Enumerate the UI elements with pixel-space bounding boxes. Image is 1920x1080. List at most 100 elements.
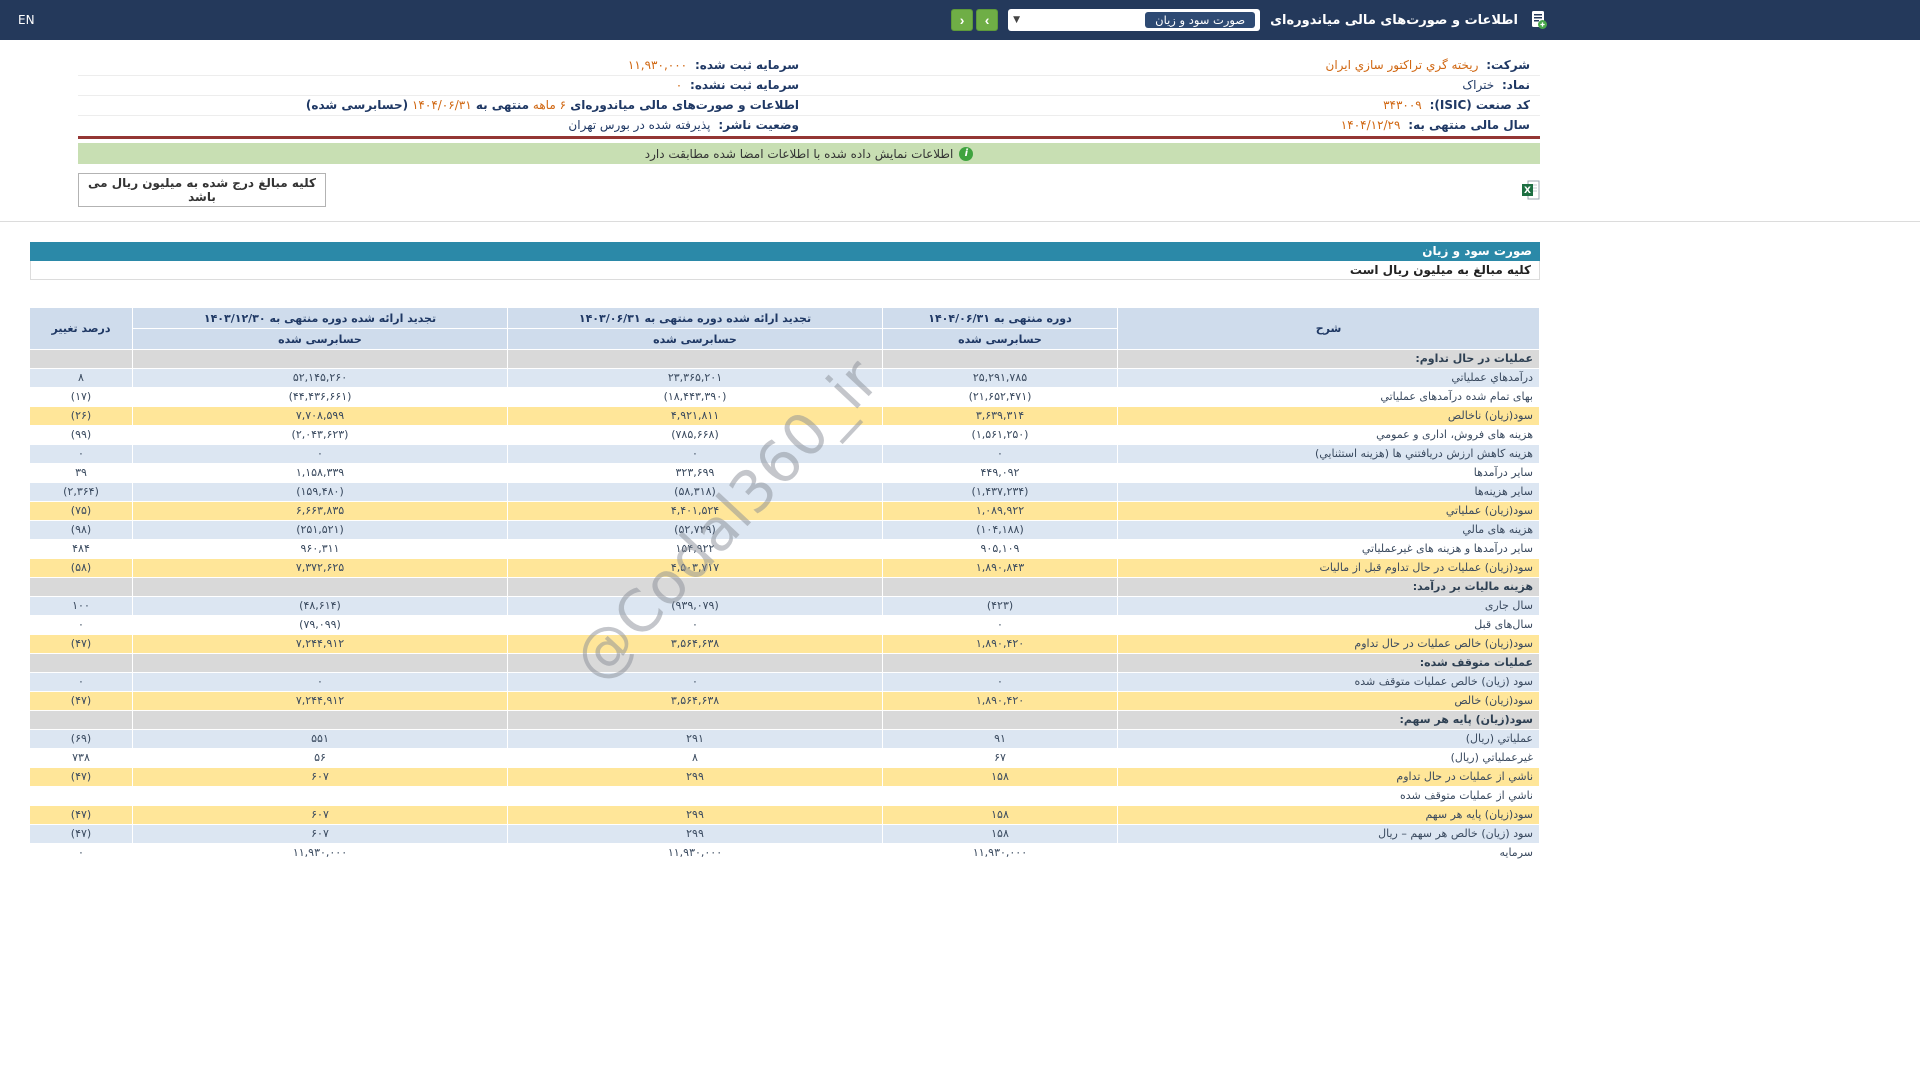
row-value: ۱۵۴,۹۲۲	[507, 539, 883, 559]
registered-capital-value: ۱۱,۹۳۰,۰۰۰	[627, 58, 688, 72]
row-value: ۶,۶۶۳,۸۳۵	[132, 501, 508, 521]
period-label-part: اطلاعات و صورت‌های مالی میاندوره‌ای	[566, 98, 799, 112]
row-label: ناشي از عملیات متوقف شده	[1117, 786, 1540, 806]
reporting-period-field: اطلاعات و صورت‌های مالی میاندوره‌ای ۶ ما…	[78, 96, 809, 116]
registered-capital-field: سرمایه ثبت شده: ۱۱,۹۳۰,۰۰۰	[78, 56, 809, 76]
report-icon[interactable]	[1528, 10, 1548, 30]
income-statement-table: شرح دوره منتهی به ۱۴۰۴/۰۶/۳۱ تجدید ارائه…	[29, 307, 1540, 863]
table-row: سایر درآمدها و هزینه هاى غیرعملیاتي ۹۰۵,۱…	[29, 539, 1540, 559]
company-name-value: ریخته گري تراکتور سازي ایران	[1325, 58, 1479, 72]
row-value: ۱,۰۸۹,۹۲۲	[882, 501, 1118, 521]
row-label: ناشي از عملیات در حال تداوم	[1117, 767, 1540, 787]
row-value: ۱,۸۹۰,۴۲۰	[882, 691, 1118, 711]
statement-type-select[interactable]: صورت سود و زیان ▼	[1008, 9, 1261, 31]
table-row: سود(زیان) خالص عملیات در حال تداوم ۱,۸۹۰,…	[29, 634, 1540, 654]
row-percent-change	[29, 349, 133, 369]
row-label: درآمدهاي عملیاتي	[1117, 368, 1540, 388]
excel-export-icon[interactable]: X	[1522, 180, 1540, 200]
row-value: ۰	[132, 672, 508, 692]
row-value: ۴,۵۰۳,۷۱۷	[507, 558, 883, 578]
signature-match-text: اطلاعات نمایش داده شده با اطلاعات امضا ش…	[644, 146, 954, 161]
row-value: ۶۰۷	[132, 767, 508, 787]
isic-code-label: کد صنعت (ISIC):	[1429, 98, 1530, 112]
page-title: اطلاعات و صورت‌های مالی میاندوره‌ای	[1270, 12, 1518, 28]
row-value: (۲۵۱,۵۲۱)	[132, 520, 508, 540]
table-row: سال‌های قبل ۰ ۰ (۷۹,۰۹۹) ۰	[29, 615, 1540, 635]
row-value: (۱۰۴,۱۸۸)	[882, 520, 1118, 540]
row-value: (۷۹,۰۹۹)	[132, 615, 508, 635]
isic-code-field: کد صنعت (ISIC): ۳۴۳۰۰۹	[809, 96, 1540, 116]
table-row: سال جاری (۴۲۳) (۹۳۹,۰۷۹) (۴۸,۶۱۴) ۱۰۰	[29, 596, 1540, 616]
table-row: سود (زیان) خالص عملیات متوقف شده ۰ ۰ ۰ ۰	[29, 672, 1540, 692]
table-row: بهاى تمام شده درآمدهاى عملیاتي (۲۱,۶۵۲,۴۷…	[29, 387, 1540, 407]
row-percent-change: (۴۷)	[29, 805, 133, 825]
info-icon: i	[959, 146, 974, 161]
row-percent-change: (۲,۳۶۴)	[29, 482, 133, 502]
row-value: ۹۶۰,۳۱۱	[132, 539, 508, 559]
row-value	[507, 710, 883, 730]
nav-prev-button[interactable]: ‹	[951, 9, 974, 31]
col-subheader-audited: حسابرسی شده	[132, 328, 508, 350]
svg-text:X: X	[1524, 186, 1531, 196]
ticker-field: نماد: ختراک	[809, 76, 1540, 96]
top-navigation-bar: اطلاعات و صورت‌های مالی میاندوره‌ای صورت…	[0, 0, 1920, 40]
row-label: بهاى تمام شده درآمدهاى عملیاتي	[1117, 387, 1540, 407]
row-percent-change: ۰	[29, 615, 133, 635]
table-row: درآمدهاي عملیاتي ۲۵,۲۹۱,۷۸۵ ۲۳,۳۶۵,۲۰۱ ۵۲,۱…	[29, 368, 1540, 388]
row-percent-change	[29, 710, 133, 730]
income-statement-section: صورت سود و زیان کلیه مبالغ به میلیون ریا…	[29, 242, 1540, 863]
row-label: سود(زیان) پایه هر سهم:	[1117, 710, 1540, 730]
row-percent-change	[29, 653, 133, 673]
row-value	[882, 653, 1118, 673]
row-label: سود (زیان) خالص هر سهم – ریال	[1117, 824, 1540, 844]
row-value: (۱,۴۳۷,۲۳۴)	[882, 482, 1118, 502]
issuer-status-label: وضعیت ناشر:	[718, 118, 799, 132]
table-row: سود(زیان) پایه هر سهم ۱۵۸ ۲۹۹ ۶۰۷ (۴۷)	[29, 805, 1540, 825]
section-row: هزینه مالیات بر درآمد:	[29, 577, 1540, 597]
table-row: سرمایه ۱۱,۹۳۰,۰۰۰ ۱۱,۹۳۰,۰۰۰ ۱۱,۹۳۰,۰۰۰ ۰	[29, 843, 1540, 863]
ticker-value: ختراک	[1462, 78, 1495, 92]
row-percent-change	[29, 577, 133, 597]
row-value: ۰	[882, 615, 1118, 635]
row-value: ۶۷	[882, 748, 1118, 768]
row-label: سود(زیان) عملیات در حال تداوم قبل از مال…	[1117, 558, 1540, 578]
row-value: ۹۱	[882, 729, 1118, 749]
statement-title-bar: صورت سود و زیان	[30, 242, 1540, 261]
col-header-percent-change: درصد تغییر	[29, 307, 133, 350]
statement-units-note: کلیه مبالغ به میلیون ریال است	[30, 261, 1540, 280]
section-row: عملیات متوقف شده:	[29, 653, 1540, 673]
row-label: هزینه هاى مالي	[1117, 520, 1540, 540]
row-value	[882, 710, 1118, 730]
row-percent-change: ۸	[29, 368, 133, 388]
table-row: عملیاتي (ریال) ۹۱ ۲۹۱ ۵۵۱ (۶۹)	[29, 729, 1540, 749]
row-percent-change: (۱۷)	[29, 387, 133, 407]
row-value	[132, 653, 508, 673]
nav-next-button[interactable]: ›	[976, 9, 999, 31]
registered-capital-label: سرمایه ثبت شده:	[694, 58, 799, 72]
row-percent-change	[29, 786, 133, 806]
fiscal-year-end-value: ۱۴۰۴/۱۲/۲۹	[1340, 118, 1401, 132]
issuer-status-field: وضعیت ناشر: پذیرفته شده در بورس تهران	[78, 116, 809, 135]
row-label: سود (زیان) خالص عملیات متوقف شده	[1117, 672, 1540, 692]
row-value: ۵۲,۱۴۵,۲۶۰	[132, 368, 508, 388]
language-toggle-en[interactable]: EN	[18, 13, 35, 27]
row-value	[132, 577, 508, 597]
row-value: ۱۵۸	[882, 767, 1118, 787]
table-row: سود (زیان) خالص هر سهم – ریال ۱۵۸ ۲۹۹ ۶۰۷ (۴…	[29, 824, 1540, 844]
table-header: شرح دوره منتهی به ۱۴۰۴/۰۶/۳۱ تجدید ارائه…	[29, 307, 1540, 350]
table-row: ناشي از عملیات در حال تداوم ۱۵۸ ۲۹۹ ۶۰۷ (۴۷)	[29, 767, 1540, 787]
table-row: ناشي از عملیات متوقف شده	[29, 786, 1540, 806]
unregistered-capital-value: ۰	[675, 78, 683, 92]
table-row: هزینه کاهش ارزش دریافتني ها (هزینه استثن…	[29, 444, 1540, 464]
row-percent-change: ۰	[29, 672, 133, 692]
period-length-value: ۶ ماهه	[532, 98, 567, 112]
period-label-part: منتهی به	[471, 98, 530, 112]
row-value: (۴۴,۴۳۶,۶۶۱)	[132, 387, 508, 407]
row-value: ۱,۸۹۰,۴۲۰	[882, 634, 1118, 654]
row-value: ۳,۵۶۴,۶۳۸	[507, 634, 883, 654]
row-value: ۶۰۷	[132, 805, 508, 825]
row-label: سایر هزینه‌ها	[1117, 482, 1540, 502]
col-subheader-audited: حسابرسی شده	[507, 328, 883, 350]
row-value: ۷,۷۰۸,۵۹۹	[132, 406, 508, 426]
row-label: سال‌های قبل	[1117, 615, 1540, 635]
